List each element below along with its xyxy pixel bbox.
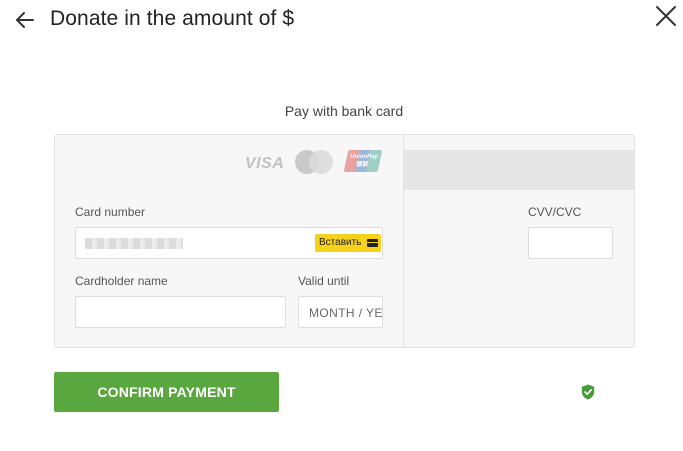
masked-card-number	[85, 238, 183, 249]
visa-logo: VISA	[245, 155, 285, 172]
paste-button[interactable]: Вставить	[315, 234, 381, 252]
confirm-payment-button[interactable]: CONFIRM PAYMENT	[54, 372, 279, 412]
card-number-label: Card number	[75, 205, 146, 219]
unionpay-logo: UnionPay 银联	[343, 150, 383, 172]
magnetic-stripe	[404, 150, 634, 190]
shield-check-icon	[581, 384, 595, 400]
back-arrow-icon[interactable]	[14, 9, 36, 31]
valid-until-placeholder: MONTH / YEAR	[309, 306, 383, 320]
mastercard-logo	[295, 150, 335, 174]
close-icon[interactable]	[655, 5, 677, 27]
card-form-panel: VISA UnionPay 银联 Card number Вставить Car…	[54, 134, 635, 348]
valid-until-label: Valid until	[298, 274, 350, 288]
card-number-input[interactable]: Вставить	[75, 227, 383, 259]
cvv-input[interactable]	[528, 227, 613, 259]
cvv-label: CVV/CVC	[528, 205, 582, 219]
page-title: Donate in the amount of $	[50, 7, 295, 30]
payment-method-title: Pay with bank card	[284, 103, 404, 119]
paste-button-label: Вставить	[319, 237, 362, 248]
valid-until-input[interactable]: MONTH / YEAR	[298, 296, 383, 328]
card-chip-icon	[367, 239, 378, 247]
cardholder-label: Cardholder name	[75, 274, 168, 288]
cardholder-name-input[interactable]	[75, 296, 286, 328]
